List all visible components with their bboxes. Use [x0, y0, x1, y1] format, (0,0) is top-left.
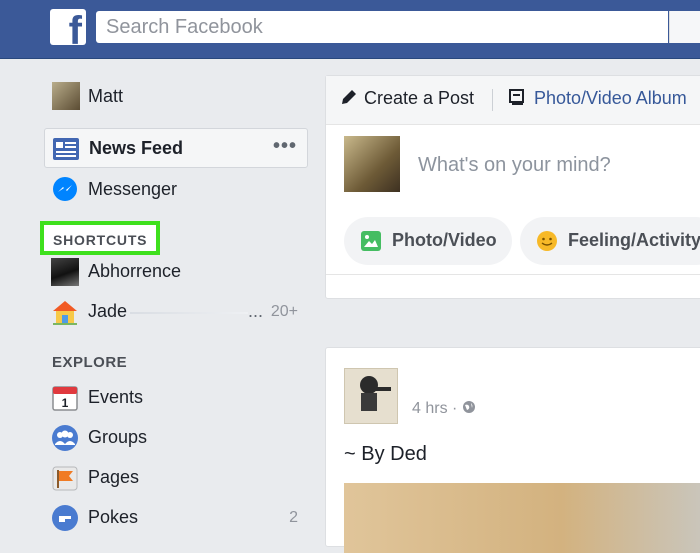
tab-photo-video-album[interactable]: Photo/Video Album: [508, 88, 687, 109]
photo-icon: [360, 230, 382, 252]
tab-create-post[interactable]: Create a Post: [340, 88, 474, 109]
shortcuts-header-highlight: SHORTCUTS: [40, 221, 160, 255]
sidebar-item-jade[interactable]: Jade ... 20+: [44, 292, 308, 332]
photo-video-button[interactable]: Photo/Video: [344, 217, 512, 265]
explore-header: EXPLORE: [52, 354, 128, 371]
album-icon: [509, 89, 524, 105]
composer-avatar: [344, 136, 400, 192]
post-composer: Create a Post Photo/Video Album What's o…: [325, 75, 700, 299]
sidebar-item-label: Messenger: [88, 179, 178, 199]
groups-icon: [51, 424, 79, 452]
abhorrence-avatar: [51, 258, 79, 286]
post-timestamp[interactable]: 4 hrs ·: [412, 400, 476, 418]
news-feed-post: 4 hrs · ~ By Ded: [325, 347, 700, 553]
sidebar-item-label: Groups: [88, 427, 148, 447]
jade-activity-bar: [130, 312, 248, 314]
sidebar-item-label: Pokes: [88, 507, 139, 527]
post-time: 4 hrs: [412, 400, 448, 417]
status-input[interactable]: What's on your mind?: [418, 154, 611, 177]
search-input[interactable]: [96, 11, 668, 43]
poke-icon: [51, 504, 79, 532]
photo-video-label: Photo/Video: [392, 230, 497, 250]
search-button[interactable]: [669, 11, 700, 43]
tab-divider: [492, 89, 493, 111]
globe-icon: [462, 401, 475, 413]
sidebar-item-pages[interactable]: Pages: [44, 458, 308, 498]
photo-video-album-label: Photo/Video Album: [534, 88, 687, 108]
sidebar-item-groups[interactable]: Groups: [44, 418, 308, 458]
sidebar-item-events[interactable]: 1 Events: [44, 378, 308, 418]
profile-name: Matt: [88, 86, 124, 106]
top-bar: f: [0, 0, 700, 59]
flag-icon: [51, 464, 79, 492]
jade-count-badge: 20+: [270, 303, 298, 320]
profile-link[interactable]: Matt: [44, 76, 308, 116]
sidebar-item-label: Jade: [88, 301, 128, 321]
feeling-activity-button[interactable]: Feeling/Activity: [520, 217, 700, 265]
post-image[interactable]: [344, 483, 700, 553]
calendar-day: 1: [62, 396, 69, 410]
jade-ellipsis: ...: [248, 301, 264, 321]
more-options-icon[interactable]: •••: [273, 135, 297, 158]
messenger-icon: [51, 176, 79, 204]
create-post-label: Create a Post: [364, 88, 475, 108]
pokes-count-badge: 2: [289, 509, 298, 526]
sidebar-item-pokes[interactable]: Pokes 2: [44, 498, 308, 538]
sidebar-item-messenger[interactable]: Messenger: [44, 170, 308, 210]
news-feed-icon: [52, 135, 80, 163]
sidebar-item-label: Events: [88, 387, 144, 407]
pencil-icon: [342, 90, 356, 104]
sidebar-item-news-feed[interactable]: News Feed •••: [44, 128, 308, 168]
sidebar-item-label: Abhorrence: [88, 261, 182, 281]
post-author-avatar[interactable]: [344, 368, 398, 424]
profile-avatar: [52, 82, 80, 110]
shortcuts-header: SHORTCUTS: [53, 232, 148, 248]
composer-tabs: Create a Post Photo/Video Album: [326, 76, 700, 125]
sidebar-item-label: News Feed: [89, 138, 184, 158]
calendar-icon: 1: [51, 384, 79, 412]
house-icon: [51, 298, 79, 326]
facebook-logo-icon[interactable]: f: [50, 9, 86, 45]
composer-divider: [326, 274, 700, 275]
sidebar-item-abhorrence[interactable]: Abhorrence: [44, 252, 308, 292]
post-text: ~ By Ded: [344, 443, 427, 465]
sidebar-item-label: Pages: [88, 467, 140, 487]
feeling-activity-label: Feeling/Activity: [568, 230, 700, 250]
smiley-icon: [536, 230, 558, 252]
meta-separator: ·: [452, 400, 458, 417]
